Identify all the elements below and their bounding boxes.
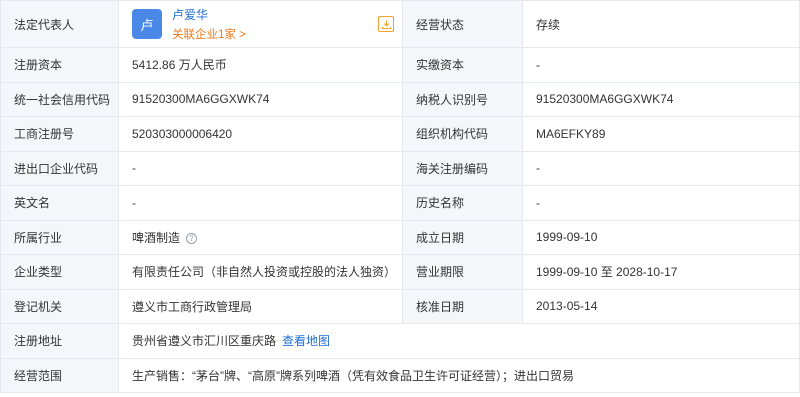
approval-date-label: 核准日期 bbox=[402, 288, 523, 324]
download-icon[interactable] bbox=[378, 16, 394, 32]
org-code-value: MA6EFKY89 bbox=[522, 116, 800, 152]
import-export-code-label: 进出口企业代码 bbox=[0, 150, 119, 186]
table-row: 工商注册号 520303000006420 组织机构代码 MA6EFKY89 bbox=[0, 116, 800, 152]
business-term-label: 营业期限 bbox=[402, 254, 523, 290]
registered-address-value: 贵州省遵义市汇川区重庆路 bbox=[132, 334, 277, 349]
registration-authority-label: 登记机关 bbox=[0, 288, 119, 324]
industry-value: 啤酒制造 bbox=[132, 230, 181, 245]
table-row-legal-rep: 法定代表人 卢 卢爱华 关联企业1家 > 经营状态 存续 bbox=[0, 0, 800, 48]
org-code-label: 组织机构代码 bbox=[402, 116, 523, 152]
paid-capital-value: - bbox=[522, 47, 800, 83]
former-name-label: 历史名称 bbox=[402, 185, 523, 221]
table-row: 统一社会信用代码 91520300MA6GGXWK74 纳税人识别号 91520… bbox=[0, 81, 800, 117]
taxpayer-id-value: 91520300MA6GGXWK74 bbox=[522, 81, 800, 117]
taxpayer-id-label: 纳税人识别号 bbox=[402, 81, 523, 117]
business-term-value: 1999-09-10 至 2028-10-17 bbox=[522, 254, 800, 290]
company-type-label: 企业类型 bbox=[0, 254, 119, 290]
approval-date-value: 2013-05-14 bbox=[522, 288, 800, 324]
company-type-value: 有限责任公司（非自然人投资或控股的法人独资） bbox=[118, 254, 403, 290]
table-row: 注册地址 贵州省遵义市汇川区重庆路 查看地图 bbox=[0, 323, 800, 359]
table-row: 注册资本 5412.86 万人民币 实缴资本 - bbox=[0, 47, 800, 83]
table-row: 进出口企业代码 - 海关注册编码 - bbox=[0, 150, 800, 186]
registered-capital-value: 5412.86 万人民币 bbox=[118, 47, 403, 83]
table-row: 经营范围 生产销售：“茅台”牌、“高原”牌系列啤酒（凭有效食品卫生许可证经营）；… bbox=[0, 357, 800, 393]
business-scope-value: 生产销售：“茅台”牌、“高原”牌系列啤酒（凭有效食品卫生许可证经营）；进出口贸易 bbox=[118, 357, 800, 393]
legal-rep-cell: 卢 卢爱华 关联企业1家 > bbox=[118, 0, 403, 48]
status-label: 经营状态 bbox=[402, 0, 523, 48]
registration-authority-value: 遵义市工商行政管理局 bbox=[118, 288, 403, 324]
table-row: 英文名 - 历史名称 - bbox=[0, 185, 800, 221]
established-date-label: 成立日期 bbox=[402, 219, 523, 255]
former-name-value: - bbox=[522, 185, 800, 221]
help-circle-icon[interactable]: ? bbox=[186, 232, 198, 244]
business-reg-no-value: 520303000006420 bbox=[118, 116, 403, 152]
industry-cell: 啤酒制造? bbox=[118, 219, 403, 255]
related-companies-link[interactable]: 关联企业1家 > bbox=[172, 26, 246, 42]
business-reg-no-label: 工商注册号 bbox=[0, 116, 119, 152]
industry-label: 所属行业 bbox=[0, 219, 119, 255]
customs-code-label: 海关注册编码 bbox=[402, 150, 523, 186]
status-value: 存续 bbox=[522, 0, 800, 48]
english-name-label: 英文名 bbox=[0, 185, 119, 221]
registered-capital-label: 注册资本 bbox=[0, 47, 119, 83]
business-scope-label: 经营范围 bbox=[0, 357, 119, 393]
import-export-code-value: - bbox=[118, 150, 403, 186]
english-name-value: - bbox=[118, 185, 403, 221]
registered-address-label: 注册地址 bbox=[0, 323, 119, 359]
registered-address-cell: 贵州省遵义市汇川区重庆路 查看地图 bbox=[118, 323, 800, 359]
company-info-table: 法定代表人 卢 卢爱华 关联企业1家 > 经营状态 存续 注册资本 5412.8… bbox=[0, 0, 800, 393]
legal-rep-label: 法定代表人 bbox=[0, 0, 119, 48]
credit-code-value: 91520300MA6GGXWK74 bbox=[118, 81, 403, 117]
credit-code-label: 统一社会信用代码 bbox=[0, 81, 119, 117]
table-row: 所属行业 啤酒制造? 成立日期 1999-09-10 bbox=[0, 219, 800, 255]
table-row: 登记机关 遵义市工商行政管理局 核准日期 2013-05-14 bbox=[0, 288, 800, 324]
table-row: 企业类型 有限责任公司（非自然人投资或控股的法人独资） 营业期限 1999-09… bbox=[0, 254, 800, 290]
customs-code-value: - bbox=[522, 150, 800, 186]
paid-capital-label: 实缴资本 bbox=[402, 47, 523, 83]
legal-rep-name-link[interactable]: 卢爱华 bbox=[172, 6, 246, 23]
view-map-link[interactable]: 查看地图 bbox=[282, 334, 330, 348]
established-date-value: 1999-09-10 bbox=[522, 219, 800, 255]
legal-rep-avatar[interactable]: 卢 bbox=[132, 9, 162, 39]
